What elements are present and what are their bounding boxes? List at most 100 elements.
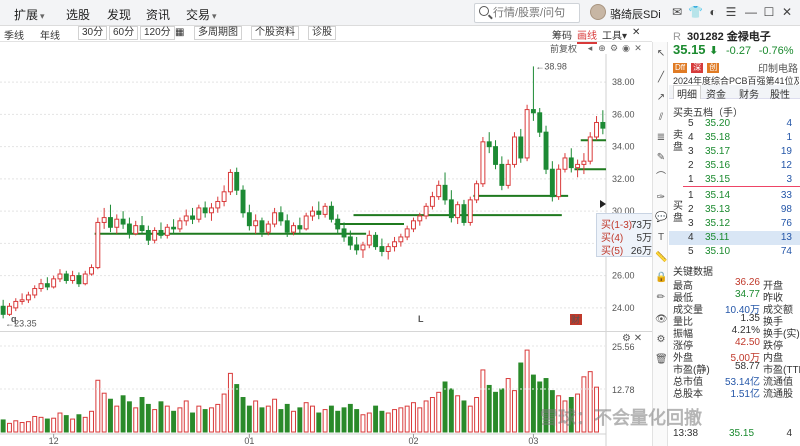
- nav-stock-picker[interactable]: 选股: [66, 6, 90, 23]
- tab-finance[interactable]: 财务: [739, 86, 759, 101]
- level-number: 1: [688, 174, 694, 185]
- candle-body: [448, 199, 454, 219]
- industry-label[interactable]: 印制电路: [758, 60, 798, 75]
- zoom-in-icon[interactable]: ⊕: [596, 42, 608, 54]
- ruler-icon[interactable]: 📏: [655, 252, 667, 264]
- close-icon[interactable]: ✕: [634, 333, 642, 344]
- tab-funds[interactable]: 资金: [706, 86, 726, 101]
- period-120min[interactable]: 120分: [140, 26, 175, 40]
- level-number: 4: [688, 232, 694, 243]
- key-data-value: 1.51亿: [730, 389, 760, 400]
- text-icon[interactable]: T: [655, 232, 667, 244]
- fib-icon[interactable]: ✎: [655, 152, 667, 164]
- cursor-icon[interactable]: ↖: [655, 48, 667, 60]
- candle-body: [493, 146, 498, 165]
- candle-body: [499, 163, 505, 186]
- ask-level-row[interactable]: 1 35.15 3: [669, 173, 800, 187]
- volume-bar: [177, 407, 183, 433]
- parallel-icon[interactable]: ⫽: [655, 112, 667, 124]
- candle-body: [436, 184, 442, 198]
- candle-body: [51, 278, 57, 288]
- volume-bar: [493, 391, 498, 433]
- volume-bar: [171, 410, 177, 433]
- volume-bar: [38, 416, 44, 433]
- close-panel-icon[interactable]: ✕: [632, 27, 640, 38]
- volume-bar: [366, 412, 372, 433]
- ask-level-row[interactable]: 5 35.20 4: [669, 117, 800, 131]
- bid-level-row[interactable]: 5 35.10 74: [669, 245, 800, 259]
- tick-price: 35.15: [729, 428, 755, 439]
- candle-body: [70, 275, 76, 281]
- chart-toolbar: 季线 年线 30分 60分 120分 ▦ 多周期图 个股资料 诊股 筹码 画线 …: [0, 26, 652, 44]
- gear-icon[interactable]: ⚙: [622, 333, 631, 344]
- gear-icon[interactable]: ⚙: [608, 42, 620, 54]
- pen-icon[interactable]: ✏: [655, 292, 667, 304]
- candle-body: [89, 267, 94, 275]
- period-quarter[interactable]: 季线: [4, 27, 24, 42]
- chip-button[interactable]: 筹码: [552, 27, 572, 42]
- y-tick-label: 26.00: [612, 271, 635, 281]
- period-year[interactable]: 年线: [40, 27, 60, 42]
- grid-icon[interactable]: ▦: [175, 27, 184, 38]
- eye-icon[interactable]: 👁: [655, 314, 668, 326]
- menu-icon[interactable]: ☰: [724, 5, 738, 19]
- tab-stock-nature[interactable]: 股性: [770, 86, 790, 101]
- bid-level-row[interactable]: 4 35.11 13: [669, 231, 800, 245]
- candle-body: [297, 225, 303, 230]
- line-icon[interactable]: ╱: [655, 72, 667, 84]
- shirt-icon[interactable]: 👕: [688, 5, 703, 19]
- ask-level-row[interactable]: 3 35.17 19: [669, 145, 800, 159]
- minimize-icon[interactable]: —: [744, 5, 758, 19]
- tools-button[interactable]: 工具▾: [602, 27, 627, 42]
- diagnose-button[interactable]: 诊股: [308, 26, 336, 40]
- multi-period-button[interactable]: 多周期图: [194, 26, 242, 40]
- trash-icon[interactable]: 🗑: [655, 354, 668, 366]
- comment-icon[interactable]: 💬: [655, 212, 667, 224]
- bid-level-row[interactable]: 1 35.14 33: [669, 189, 800, 203]
- period-30min[interactable]: 30分: [78, 26, 108, 40]
- kline-chart[interactable]: 24.0026.0028.0030.0032.0034.0036.0038.00…: [0, 54, 652, 446]
- volume-bar: [373, 405, 379, 433]
- theme-icon[interactable]: ◐: [706, 5, 720, 19]
- brush-icon[interactable]: ✑: [655, 192, 667, 204]
- candle-body: [158, 229, 164, 236]
- bid-level-row[interactable]: 2 35.13 98: [669, 203, 800, 217]
- candle-body: [461, 204, 467, 223]
- nav-extend[interactable]: 扩展 ▾: [14, 6, 45, 23]
- nav-trade[interactable]: 交易 ▾: [186, 6, 217, 23]
- level-volume: 76: [780, 218, 792, 229]
- search-box[interactable]: [474, 3, 580, 23]
- price-change: -0.27: [726, 45, 752, 57]
- maximize-icon[interactable]: ☐: [762, 5, 776, 19]
- chevron-down-icon: ▾: [40, 11, 45, 21]
- shape-icon[interactable]: ⌒: [655, 172, 667, 184]
- ray-icon[interactable]: ↗: [655, 92, 667, 104]
- ask-level-row[interactable]: 4 35.18 1: [669, 131, 800, 145]
- close-icon[interactable]: ✕: [780, 5, 794, 19]
- x-tick-label: 12: [49, 436, 59, 446]
- nav-news[interactable]: 资讯: [146, 6, 170, 23]
- close-icon[interactable]: ✕: [632, 42, 644, 54]
- nav-discover[interactable]: 发现: [107, 6, 131, 23]
- level-number: 5: [688, 118, 694, 129]
- period-60min[interactable]: 60分: [109, 26, 139, 40]
- y-tick-label: 24.00: [612, 303, 635, 313]
- avatar[interactable]: [590, 4, 606, 20]
- lock-icon[interactable]: 🔒: [655, 272, 667, 284]
- settings-icon[interactable]: ⚙: [655, 334, 667, 346]
- bid-level-row[interactable]: 3 35.12 76: [669, 217, 800, 231]
- chevron-left-icon[interactable]: ◂: [584, 42, 596, 54]
- volume-bar: [335, 410, 341, 433]
- mail-icon[interactable]: ✉: [670, 5, 684, 19]
- channel-icon[interactable]: ≣: [655, 132, 667, 144]
- top-menu-bar: 扩展▾ 选股 发现 资讯 交易▾ 骆绮辰SDi ✉ 👕 ◐ ☰ — ☐ ✕: [0, 0, 800, 26]
- ask-level-row[interactable]: 2 35.16 12: [669, 159, 800, 173]
- candle-body: [139, 225, 145, 231]
- candle-body: [152, 229, 158, 241]
- stock-profile-button[interactable]: 个股资料: [251, 26, 299, 40]
- volume-bar: [126, 401, 132, 433]
- search-input[interactable]: [493, 6, 577, 20]
- tab-detail[interactable]: 明细: [673, 85, 701, 101]
- camera-icon[interactable]: ◉: [620, 42, 632, 54]
- user-name[interactable]: 骆绮辰SDi: [610, 6, 661, 22]
